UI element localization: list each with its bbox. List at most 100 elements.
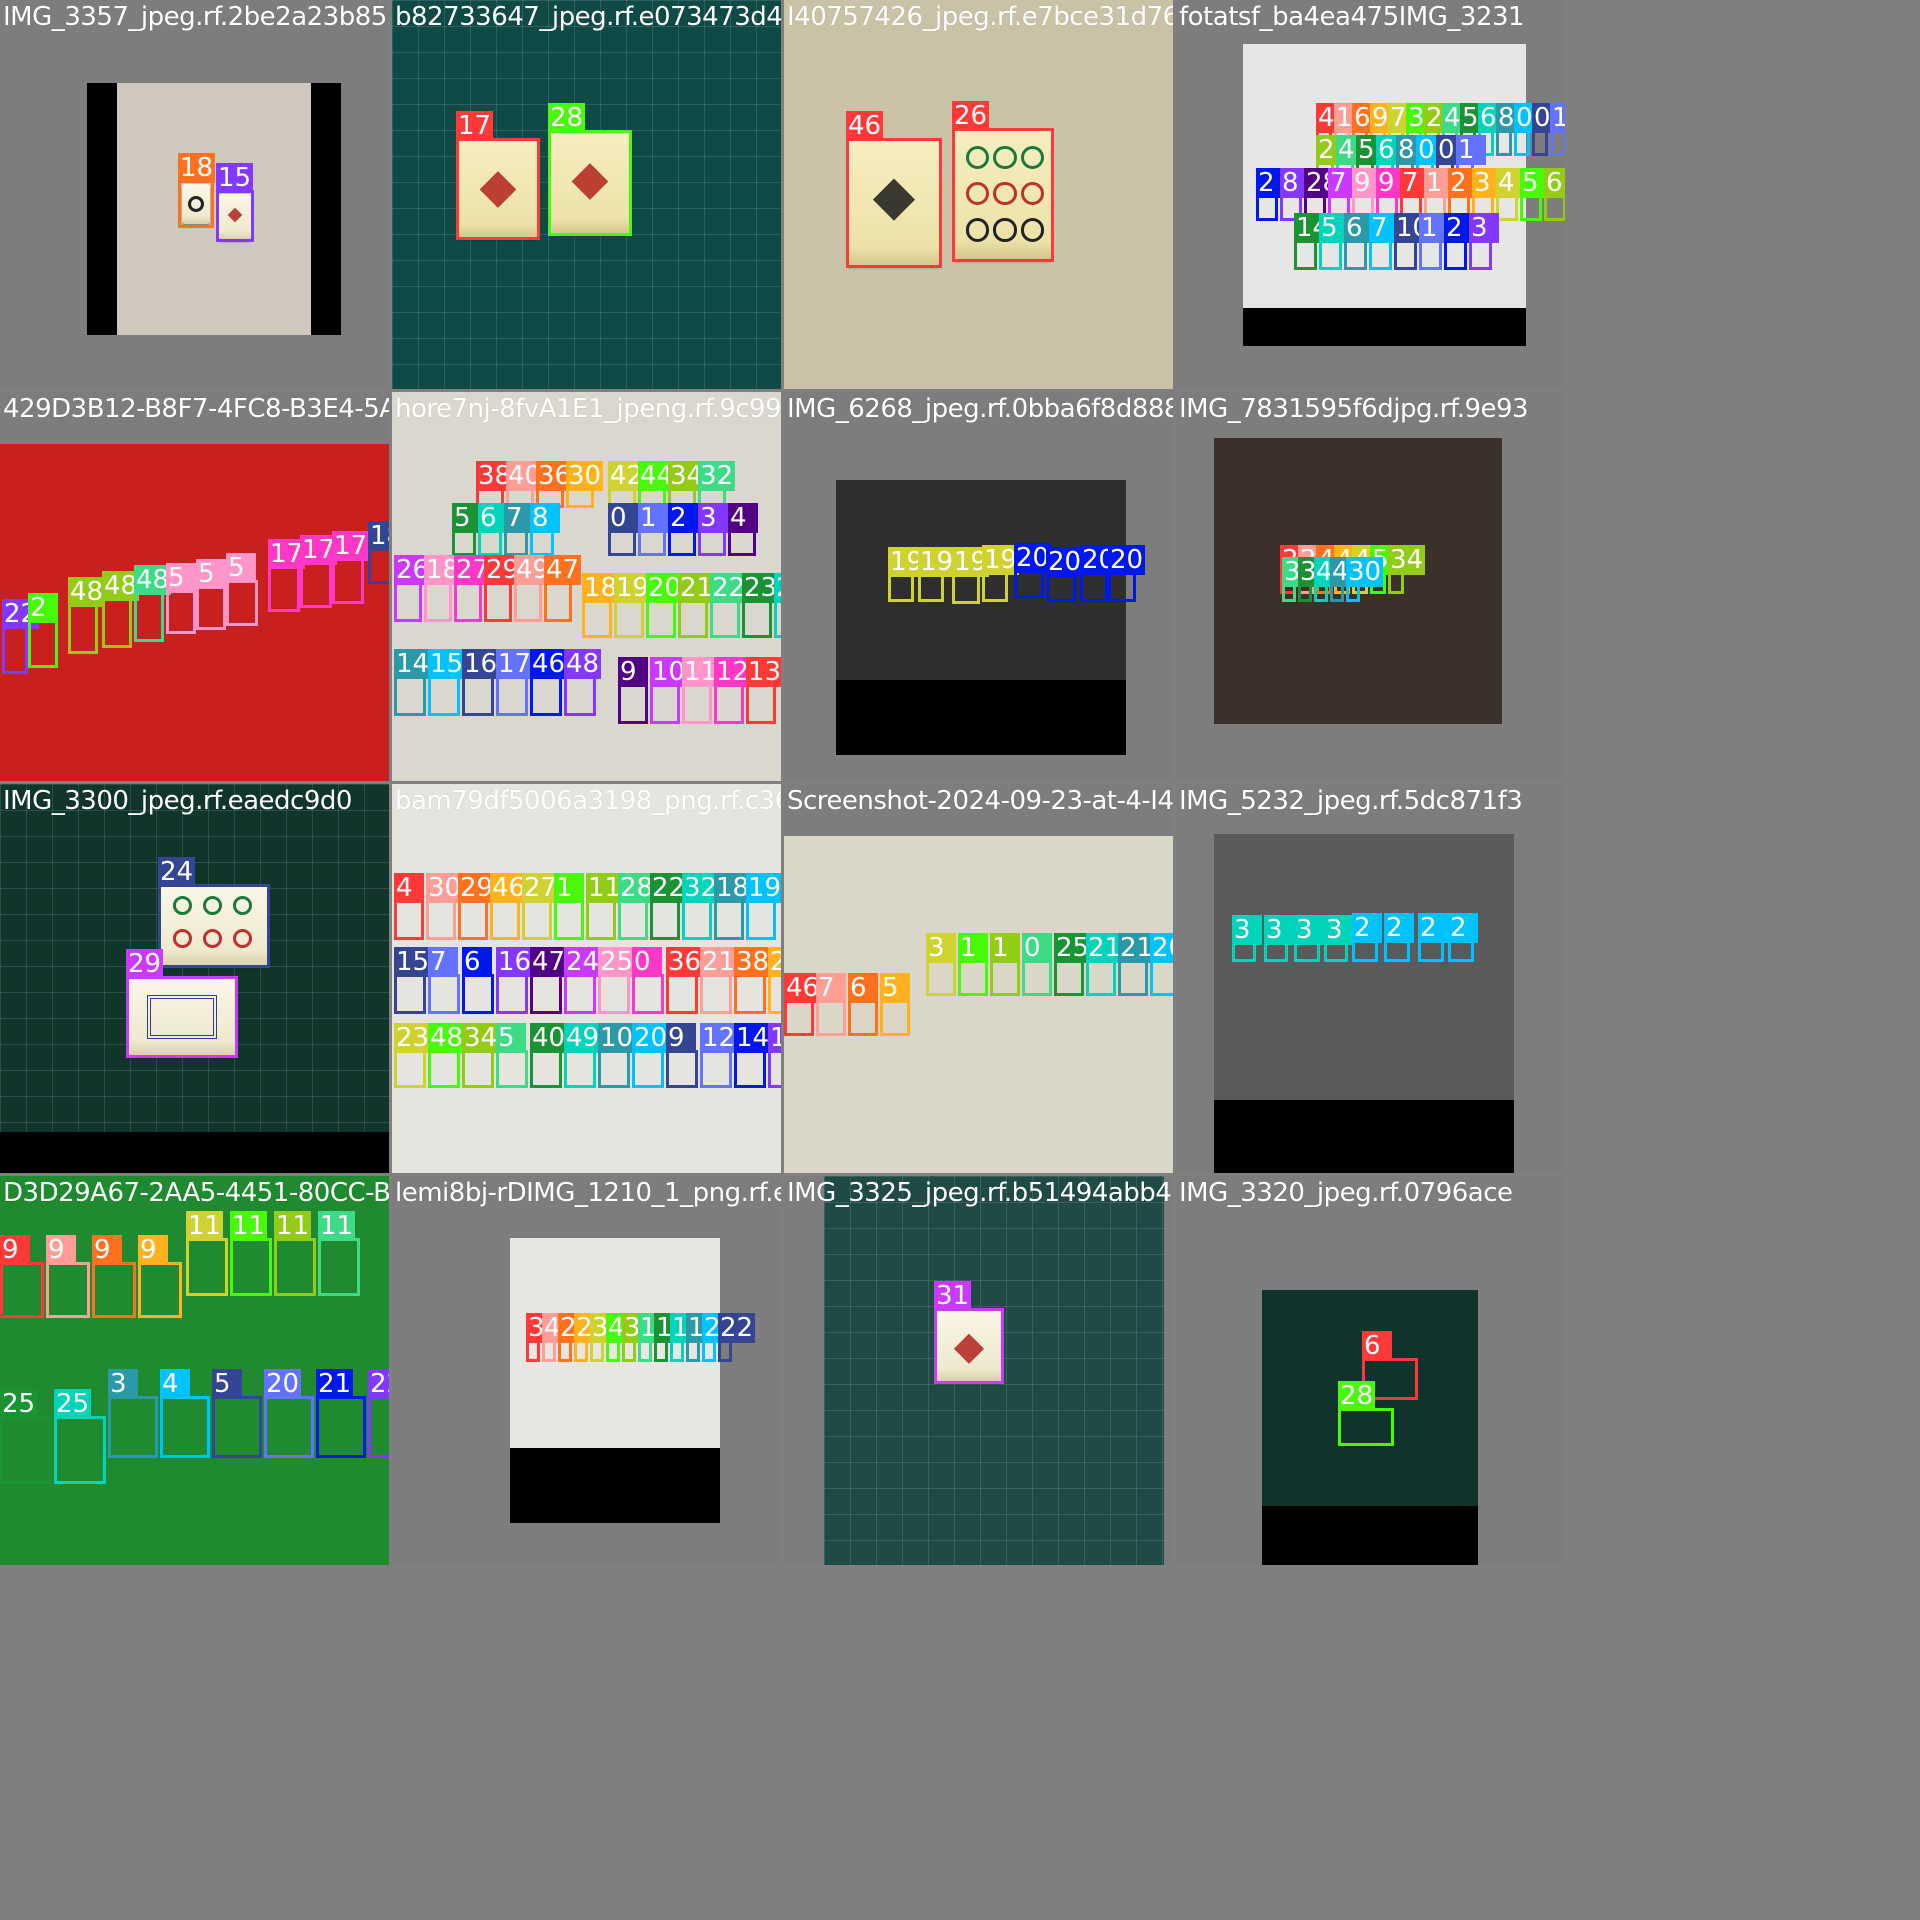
- letterbox-frame: [510, 1448, 720, 1523]
- detection-box: 3: [590, 1313, 620, 1362]
- mosaic-grid: ◆1815IMG_3357_jpeg.rf.2be2a23b852732407a…: [0, 0, 1568, 1568]
- detection-label: 4: [728, 503, 758, 533]
- detection-box: 34: [1388, 545, 1426, 594]
- detection-label: 6: [1544, 168, 1565, 198]
- detection-label: 9: [0, 1235, 30, 1265]
- detection-label: 30: [1346, 557, 1384, 587]
- detection-label: 1: [554, 873, 584, 903]
- image-tile: ◆◆1728b82733647_jpeg.rf.e073473d4d675742…: [392, 0, 781, 389]
- detection-box: 3: [1324, 915, 1354, 962]
- detection-label: 7: [816, 973, 846, 1003]
- detection-box: 6: [1344, 213, 1374, 270]
- detection-box: 29: [484, 555, 522, 622]
- detection-box: 13: [746, 657, 781, 724]
- detection-box: 20: [632, 1023, 670, 1088]
- detection-box: 4: [1496, 168, 1526, 221]
- detection-box: 17: [268, 539, 306, 612]
- image-filename: IMG_3320_jpeg.rf.0796ace: [1179, 1178, 1513, 1208]
- detection-label: 14: [394, 649, 432, 679]
- detection-label: 25: [54, 1389, 92, 1419]
- detection-label: 23: [394, 1023, 432, 1053]
- detection-box: 18: [582, 573, 620, 638]
- detection-box: 15: [428, 649, 466, 716]
- detection-box: 12: [700, 1023, 738, 1088]
- detection-box: 46: [530, 649, 568, 716]
- detection-label: 12: [700, 1023, 738, 1053]
- detection-box: 1: [958, 933, 988, 996]
- detection-label: 17: [332, 531, 370, 561]
- detection-label: 20: [1046, 547, 1084, 577]
- detection-box: 11: [586, 873, 624, 940]
- detection-box: 11: [318, 1211, 360, 1296]
- detection-box: 2: [1384, 913, 1414, 962]
- detection-box: 14: [1294, 213, 1332, 270]
- detection-box: 0: [632, 947, 664, 1014]
- detection-label: 2: [1352, 913, 1382, 943]
- image-tile: 24 29 IMG_3300_jpeg.rf.eaedc9d0: [0, 784, 389, 1173]
- detection-label: 36: [666, 947, 704, 977]
- detection-box: 36: [666, 947, 704, 1014]
- detection-box: 30: [1346, 557, 1384, 602]
- photo: [87, 83, 341, 335]
- detection-box: 31: [934, 1281, 1004, 1384]
- detection-box: 11: [274, 1211, 316, 1296]
- detection-label: 9: [666, 1023, 696, 1053]
- detection-box: 19: [982, 545, 1020, 602]
- detection-box: 19: [952, 547, 990, 604]
- detection-label: 46: [846, 111, 884, 141]
- detection-box: 26: [768, 947, 781, 1014]
- detection-label: 5: [196, 559, 226, 589]
- detection-label: 48: [428, 1023, 466, 1053]
- detection-box: 9: [666, 1023, 698, 1088]
- detection-label: 3: [1324, 915, 1354, 945]
- detection-box: 20: [1150, 933, 1173, 996]
- detection-label: 5: [212, 1369, 242, 1399]
- image-tile: 38 40 36 30 42 44 34 32 5 6 7 8 0 1 2 3 4 26 18 27 29 49 47 18 1…: [392, 392, 781, 781]
- image-tile: ◆4626I40757426_jpeg.rf.e7bce31d7647f93f0…: [784, 0, 1173, 389]
- detection-box: 3: [1298, 557, 1328, 602]
- detection-label: 48: [564, 649, 602, 679]
- detection-box: 24: [774, 573, 781, 638]
- detection-box: 4: [728, 503, 758, 556]
- detection-label: 18: [178, 153, 216, 183]
- detection-label: 11: [230, 1211, 268, 1241]
- detection-box: 1: [638, 1313, 668, 1362]
- detection-label: 4: [394, 873, 424, 903]
- detection-box: 18: [714, 873, 752, 940]
- detection-label: 21: [316, 1369, 354, 1399]
- detection-label: 5: [880, 973, 910, 1003]
- detection-box: 21: [1086, 933, 1124, 996]
- detection-label: 24: [774, 573, 781, 603]
- detection-box: 32: [526, 1313, 564, 1362]
- detection-box: 19: [746, 873, 781, 940]
- detection-label: 5: [496, 1023, 526, 1053]
- image-tile: 3 3 3 3 2 2 2 2 IMG_5232_jpeg.rf.5dc871f3: [1176, 784, 1565, 1173]
- detection-label: 16: [462, 649, 500, 679]
- detection-box: 28: [1338, 1381, 1394, 1446]
- image-filename: 429D3B12-B8F7-4FC8-B3E4-5AE70F8FGA1EB_jp…: [3, 394, 389, 424]
- detection-label: 2: [1384, 913, 1414, 943]
- detection-box: 14: [394, 649, 432, 716]
- image-tile: 22248484855517171718429D3B12-B8F7-4FC8-B…: [0, 392, 389, 781]
- detection-label: 15: [428, 649, 466, 679]
- detection-label: 28: [548, 103, 586, 133]
- detection-label: 15: [394, 947, 432, 977]
- detection-label: 3: [926, 933, 956, 963]
- detection-box: 2: [28, 593, 58, 668]
- detection-box: 1: [638, 503, 668, 556]
- detection-box: 20: [1080, 545, 1118, 602]
- detection-box: 30: [426, 873, 464, 940]
- detection-box: 34: [462, 1023, 500, 1088]
- image-tile: 324223431111222lemi8bj-rDIMG_1210_1_png.…: [392, 1176, 781, 1565]
- detection-box: 2: [574, 1313, 604, 1362]
- detection-label: 3: [108, 1369, 138, 1399]
- detection-label: 46: [530, 649, 568, 679]
- detection-box: 48: [68, 577, 106, 654]
- letterbox-frame: [1214, 1100, 1514, 1173]
- detection-label: 47: [530, 947, 568, 977]
- detection-box: 20: [1108, 545, 1146, 602]
- detection-box: 5: [880, 973, 910, 1036]
- letterbox-frame: [836, 680, 1126, 755]
- detection-box: 7: [1369, 213, 1399, 270]
- detection-label: 6: [1362, 1331, 1392, 1361]
